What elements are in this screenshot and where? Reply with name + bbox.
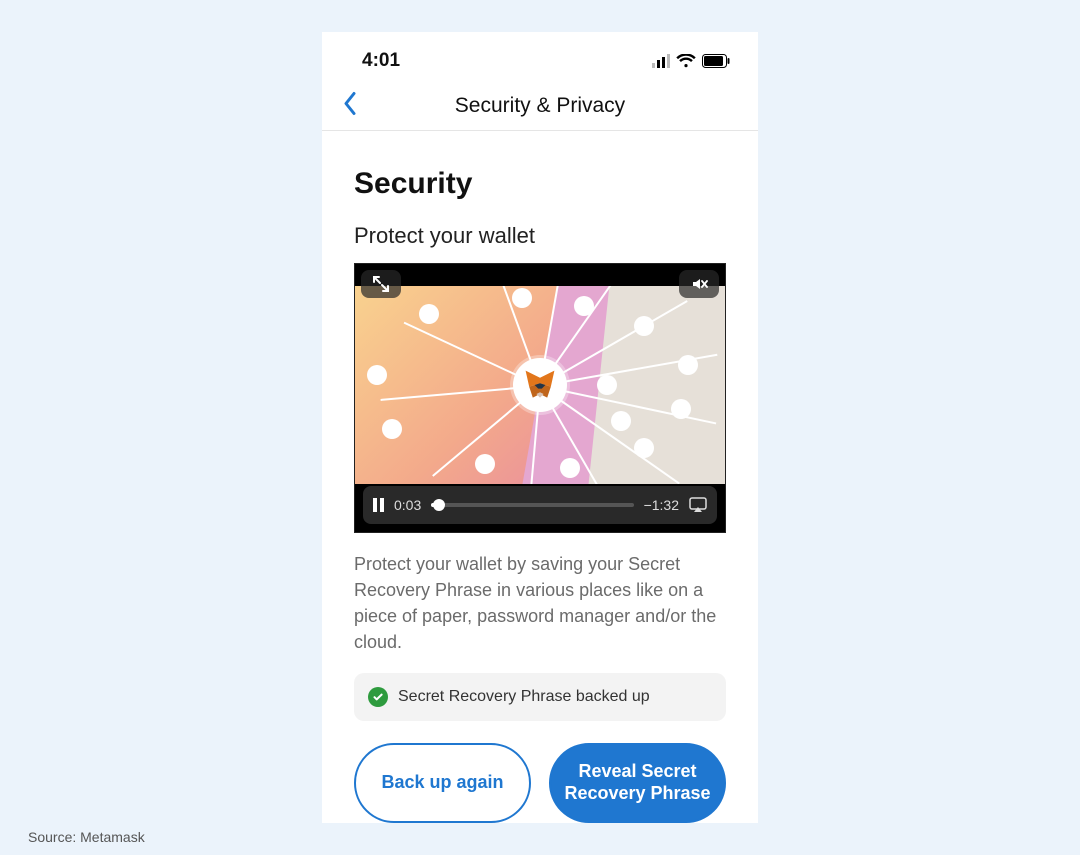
video-scrubber[interactable]	[431, 503, 633, 507]
status-icons	[652, 54, 730, 68]
wifi-icon	[676, 54, 696, 68]
airplay-icon[interactable]	[689, 497, 707, 513]
video-remaining: −1:32	[644, 497, 679, 513]
section-heading: Protect your wallet	[354, 223, 726, 249]
video-elapsed: 0:03	[394, 497, 421, 513]
page-heading: Security	[354, 167, 726, 201]
check-circle-icon	[368, 687, 388, 707]
nav-bar: Security & Privacy	[322, 82, 758, 131]
status-time: 4:01	[362, 50, 400, 72]
video-controls: 0:03 −1:32	[363, 486, 717, 524]
battery-icon	[702, 54, 730, 68]
action-buttons: Back up again Reveal Secret Recovery Phr…	[354, 743, 726, 822]
backup-status: Secret Recovery Phrase backed up	[354, 673, 726, 721]
status-bar: 4:01	[322, 32, 758, 76]
reveal-phrase-button[interactable]: Reveal Secret Recovery Phrase	[549, 743, 726, 822]
back-button[interactable]	[342, 92, 358, 121]
phone-frame: 4:01 Security & Privacy Security Protect…	[322, 32, 758, 823]
backup-again-label: Back up again	[381, 772, 503, 794]
video-player[interactable]: 0:03 −1:32	[354, 263, 726, 533]
content-area: Security Protect your wallet	[322, 131, 758, 823]
fullscreen-button[interactable]	[361, 270, 401, 298]
source-caption: Source: Metamask	[28, 829, 145, 845]
mute-button[interactable]	[679, 270, 719, 298]
pause-button[interactable]	[373, 498, 384, 512]
description-text: Protect your wallet by saving your Secre…	[354, 551, 726, 655]
video-frame	[355, 286, 725, 484]
metamask-fox-icon	[513, 358, 567, 412]
reveal-phrase-label: Reveal Secret Recovery Phrase	[561, 761, 714, 804]
cellular-icon	[652, 54, 670, 68]
backup-again-button[interactable]: Back up again	[354, 743, 531, 822]
nav-title: Security & Privacy	[455, 94, 625, 118]
backup-status-text: Secret Recovery Phrase backed up	[398, 688, 650, 706]
